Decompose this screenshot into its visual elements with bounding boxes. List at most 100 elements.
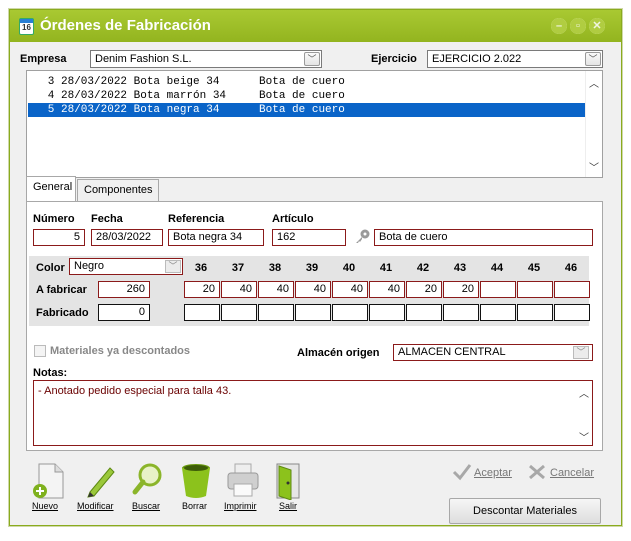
fabricado-size-field — [480, 304, 516, 321]
materiales-label: Materiales ya descontados — [50, 345, 191, 357]
fabricado-size-field — [554, 304, 590, 321]
calendar-icon: 16 — [19, 18, 34, 35]
size-header: 40 — [342, 262, 356, 274]
title-bar: 16 Órdenes de Fabricación – ▫ ✕ — [10, 10, 621, 42]
ejercicio-label: Ejercicio — [371, 53, 417, 65]
new-document-icon[interactable] — [31, 462, 67, 500]
size-header: 41 — [379, 262, 393, 274]
chevron-down-icon[interactable]: ﹀ — [573, 346, 589, 359]
list-item[interactable]: 4 28/03/2022 Bota marrón 34 Bota de cuer… — [28, 89, 585, 103]
materiales-checkbox[interactable] — [34, 345, 46, 357]
referencia-label: Referencia — [168, 213, 225, 225]
printer-icon[interactable] — [225, 462, 261, 498]
check-icon — [452, 463, 472, 481]
empresa-value: Denim Fashion S.L. — [95, 53, 192, 65]
window-title: Órdenes de Fabricación — [40, 17, 211, 34]
empresa-label: Empresa — [20, 53, 67, 65]
key-icon[interactable] — [353, 228, 371, 244]
search-icon[interactable] — [130, 462, 166, 498]
referencia-field[interactable]: Bota negra 34 — [168, 229, 264, 246]
fabricado-size-field — [295, 304, 331, 321]
modificar-button[interactable]: Modificar — [77, 501, 114, 511]
scroll-up-icon[interactable]: ︿ — [579, 385, 589, 400]
a-fabricar-size-field[interactable]: 40 — [258, 281, 294, 298]
empresa-select[interactable]: Denim Fashion S.L. ﹀ — [90, 50, 322, 68]
tab-general[interactable]: General — [26, 176, 76, 201]
a-fabricar-size-field[interactable] — [517, 281, 553, 298]
size-header: 39 — [305, 262, 319, 274]
imprimir-button[interactable]: Imprimir — [224, 501, 257, 511]
minimize-button[interactable]: – — [551, 18, 567, 34]
articulo-desc-field[interactable]: Bota de cuero — [374, 229, 593, 246]
nuevo-button[interactable]: Nuevo — [32, 501, 58, 511]
descontar-materiales-button[interactable]: Descontar Materiales — [449, 498, 601, 524]
almacen-label: Almacén origen — [297, 347, 380, 359]
fecha-field[interactable]: 28/03/2022 — [91, 229, 163, 246]
tab-componentes[interactable]: Componentes — [77, 179, 159, 201]
cancel-icon — [527, 463, 547, 481]
articulo-label: Artículo — [272, 213, 314, 225]
list-item-selected[interactable]: 5 28/03/2022 Bota negra 34 Bota de cuero — [28, 103, 585, 117]
salir-button[interactable]: Salir — [279, 501, 297, 511]
numero-field[interactable]: 5 — [33, 229, 85, 246]
fabricado-size-field — [443, 304, 479, 321]
fabricado-size-field — [332, 304, 368, 321]
notas-textarea[interactable]: - Anotado pedido especial para talla 43.… — [33, 380, 593, 446]
fabricado-total-field: 0 — [98, 304, 150, 321]
a-fabricar-size-field[interactable]: 40 — [295, 281, 331, 298]
size-header: 37 — [231, 262, 245, 274]
cancelar-button[interactable]: Cancelar — [550, 467, 594, 479]
aceptar-button[interactable]: Aceptar — [474, 467, 512, 479]
scroll-up-icon[interactable]: ︿ — [589, 75, 599, 90]
maximize-button[interactable]: ▫ — [570, 18, 586, 34]
chevron-down-icon: ﹀ — [585, 52, 601, 66]
a-fabricar-size-field[interactable]: 20 — [443, 281, 479, 298]
numero-label: Número — [33, 213, 75, 225]
a-fabricar-size-field[interactable]: 40 — [332, 281, 368, 298]
size-header: 44 — [490, 262, 504, 274]
notas-text: - Anotado pedido especial para talla 43. — [38, 385, 232, 397]
articulo-code-field[interactable]: 162 — [272, 229, 346, 246]
scroll-down-icon[interactable]: ﹀ — [589, 159, 599, 174]
borrar-button[interactable]: Borrar — [182, 501, 207, 511]
door-exit-icon[interactable] — [273, 462, 303, 501]
a-fabricar-total-field[interactable]: 260 — [98, 281, 150, 298]
fecha-label: Fecha — [91, 213, 123, 225]
list-item[interactable]: 3 28/03/2022 Bota beige 34 Bota de cuero — [28, 75, 585, 89]
fabricado-size-field — [221, 304, 257, 321]
orders-list[interactable]: 3 28/03/2022 Bota beige 34 Bota de cuero… — [26, 70, 603, 178]
size-header: 45 — [527, 262, 541, 274]
a-fabricar-size-field[interactable]: 20 — [184, 281, 220, 298]
list-scrollbar[interactable]: ︿ ﹀ — [585, 71, 602, 177]
fabricado-size-field — [369, 304, 405, 321]
pencil-icon[interactable] — [82, 462, 118, 498]
trash-icon[interactable] — [178, 462, 214, 500]
size-header: 36 — [194, 262, 208, 274]
size-header: 43 — [453, 262, 467, 274]
ejercicio-select[interactable]: EJERCICIO 2.022 ﹀ — [427, 50, 603, 68]
scroll-down-icon[interactable]: ﹀ — [579, 429, 589, 444]
ejercicio-value: EJERCICIO 2.022 — [432, 53, 522, 65]
a-fabricar-size-field[interactable] — [554, 281, 590, 298]
chevron-down-icon[interactable]: ﹀ — [165, 260, 181, 273]
a-fabricar-size-field[interactable] — [480, 281, 516, 298]
fabricado-size-field — [406, 304, 442, 321]
fabricado-size-field — [258, 304, 294, 321]
window: 16 Órdenes de Fabricación – ▫ ✕ Empresa … — [9, 9, 622, 526]
buscar-button[interactable]: Buscar — [132, 501, 160, 511]
notas-label: Notas: — [33, 367, 68, 379]
size-header: 38 — [268, 262, 282, 274]
close-button[interactable]: ✕ — [589, 18, 605, 34]
a-fabricar-size-field[interactable]: 40 — [221, 281, 257, 298]
almacen-select[interactable]: ALMACEN CENTRAL — [393, 344, 593, 361]
a-fabricar-label: A fabricar — [36, 284, 87, 296]
fabricado-size-field — [517, 304, 553, 321]
a-fabricar-size-field[interactable]: 20 — [406, 281, 442, 298]
almacen-value: ALMACEN CENTRAL — [398, 346, 506, 358]
fabricado-size-field — [184, 304, 220, 321]
color-label: Color — [36, 262, 65, 274]
a-fabricar-size-field[interactable]: 40 — [369, 281, 405, 298]
fabricado-label: Fabricado — [36, 307, 89, 319]
size-header: 42 — [416, 262, 430, 274]
color-value: Negro — [74, 260, 104, 272]
